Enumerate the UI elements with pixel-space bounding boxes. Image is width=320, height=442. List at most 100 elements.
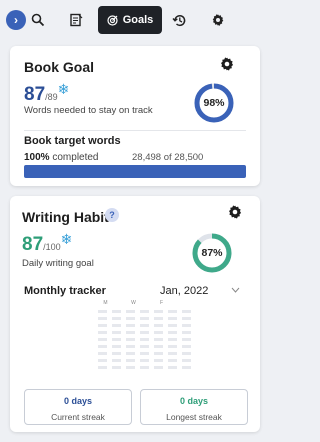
tracker-day-cell <box>154 345 163 348</box>
tracker-day-cell <box>140 324 149 327</box>
tracker-day-cell <box>98 345 107 348</box>
tracker-day-cell <box>182 331 191 334</box>
tracker-day-cell <box>98 338 107 341</box>
history-icon <box>171 14 185 26</box>
tracker-day-cell <box>182 324 191 327</box>
current-streak-label: Current streak <box>51 412 105 422</box>
book-goal-title: Book Goal <box>24 59 95 75</box>
tracker-day-cell <box>140 352 149 355</box>
writing-habit-progress-ring: 87% <box>191 232 233 274</box>
chevron-right-icon: › <box>14 13 18 27</box>
tracker-day-cell <box>168 366 177 369</box>
tracker-day-cell <box>140 317 149 320</box>
tracker-day-cell <box>154 317 163 320</box>
collapse-panel-button[interactable]: › <box>6 10 26 30</box>
book-goal-progress-ring: 98% <box>193 82 235 124</box>
tracker-day-cell <box>98 366 107 369</box>
tracker-day-cell <box>98 310 107 313</box>
words-needed-count: 87 <box>24 84 46 105</box>
tracker-day-cell <box>98 324 107 327</box>
tracker-day-cell <box>182 345 191 348</box>
tracker-day-cell <box>140 331 149 334</box>
tracker-day-cell <box>182 310 191 313</box>
tracker-day-cell <box>126 352 135 355</box>
book-target-progress-fill <box>24 165 246 178</box>
longest-streak-label: Longest streak <box>166 412 222 422</box>
tracker-day-cell <box>126 338 135 341</box>
notes-button[interactable] <box>65 9 87 31</box>
tracker-day-cell <box>154 324 163 327</box>
current-streak-value: 0 days <box>63 396 93 406</box>
tracker-day-cell <box>154 338 163 341</box>
tracker-day-cell <box>112 359 121 362</box>
monthly-tracker-title: Monthly tracker <box>24 285 106 297</box>
book-goal-card: Book Goal 87/89❄ Words needed to stay on… <box>10 46 260 186</box>
target-icon <box>107 14 118 26</box>
search-icon <box>31 13 45 27</box>
writing-habit-settings-icon[interactable] <box>227 204 243 220</box>
chevron-down-icon[interactable] <box>231 287 240 293</box>
search-button[interactable] <box>27 9 49 31</box>
tracker-day-cell <box>112 352 121 355</box>
current-streak-box: 0 days Current streak <box>24 389 132 425</box>
month-select[interactable]: Jan, 2022 <box>160 285 208 297</box>
tracker-day-cell <box>98 359 107 362</box>
tracker-day-cell <box>182 366 191 369</box>
tracker-day-cell <box>154 359 163 362</box>
divider <box>24 130 246 131</box>
tracker-day-cell <box>168 359 177 362</box>
weekday-label: W <box>131 300 136 306</box>
writing-habit-ring-label: 87% <box>201 247 223 259</box>
gear-icon <box>212 14 224 26</box>
tracker-day-cell <box>98 331 107 334</box>
completed-word: completed <box>52 152 99 163</box>
tracker-day-cell <box>112 345 121 348</box>
book-goal-ring-label: 98% <box>203 97 225 109</box>
daily-words-count: 87 <box>22 234 44 255</box>
tracker-day-cell <box>140 345 149 348</box>
words-needed-total: /89 <box>45 92 58 102</box>
snowflake-icon: ❄ <box>60 231 73 247</box>
tracker-day-cell <box>182 352 191 355</box>
tracker-day-cell <box>140 338 149 341</box>
tracker-day-cell <box>112 331 121 334</box>
tracker-day-cell <box>168 352 177 355</box>
tracker-day-cell <box>168 338 177 341</box>
tracker-day-cell <box>98 352 107 355</box>
tracker-day-cell <box>154 310 163 313</box>
daily-goal-caption: Daily writing goal <box>22 258 94 269</box>
tab-goals-label: Goals <box>122 14 154 26</box>
history-button[interactable] <box>168 9 190 31</box>
notes-icon <box>70 13 83 27</box>
tracker-day-cell <box>168 317 177 320</box>
help-icon[interactable]: ? <box>105 208 119 222</box>
tracker-day-cell <box>126 310 135 313</box>
settings-button[interactable] <box>207 9 229 31</box>
daily-words-value: 87/100❄ <box>22 231 73 256</box>
tracker-day-cell <box>168 310 177 313</box>
longest-streak-value: 0 days <box>179 396 209 406</box>
tracker-day-cell <box>168 345 177 348</box>
completed-percent: 100% <box>24 152 50 163</box>
tracker-day-cell <box>168 324 177 327</box>
weekday-label: F <box>159 300 164 306</box>
longest-streak-box: 0 days Longest streak <box>140 389 248 425</box>
words-summary: 28,498 of 28,500 <box>132 152 204 163</box>
tracker-day-cell <box>140 310 149 313</box>
tracker-day-cell <box>154 366 163 369</box>
words-needed-caption: Words needed to stay on track <box>24 105 153 116</box>
tracker-day-cell <box>112 310 121 313</box>
tab-goals[interactable]: Goals <box>98 6 162 34</box>
tracker-day-cell <box>126 366 135 369</box>
writing-habit-card: Writing Habit ? 87/100❄ Daily writing go… <box>10 196 260 432</box>
words-needed-value: 87/89❄ <box>24 81 70 106</box>
tracker-day-cell <box>154 352 163 355</box>
tracker-day-cell <box>126 331 135 334</box>
book-target-progress-bar <box>24 165 246 178</box>
book-goal-settings-icon[interactable] <box>219 56 235 72</box>
tracker-day-cell <box>112 338 121 341</box>
completed-label: 100% completed <box>24 152 99 163</box>
tracker-day-cell <box>112 317 121 320</box>
writing-habit-title: Writing Habit <box>22 209 109 225</box>
snowflake-icon: ❄ <box>57 81 70 97</box>
